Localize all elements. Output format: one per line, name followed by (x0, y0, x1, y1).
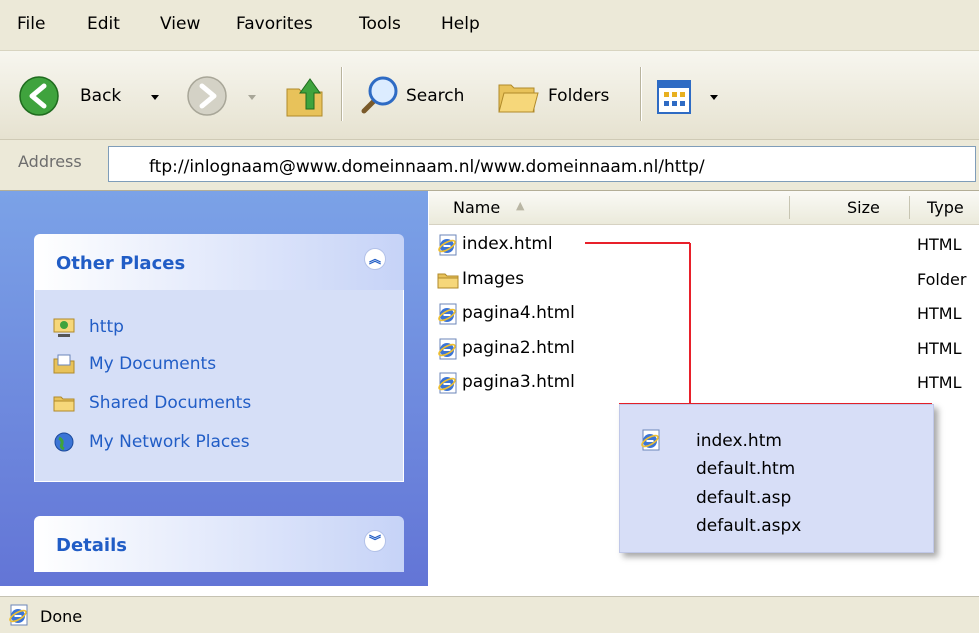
callout-item: default.htm (696, 459, 796, 479)
status-text: Done (40, 607, 83, 626)
default-documents-callout: index.htm default.htm default.asp defaul… (619, 404, 934, 553)
callout-item: index.htm (696, 431, 782, 451)
status-bar: Done (0, 596, 979, 633)
callout-item: default.aspx (696, 516, 802, 536)
ie-document-icon (640, 429, 662, 451)
ie-document-icon (8, 604, 30, 626)
callout-item: default.asp (696, 488, 792, 508)
